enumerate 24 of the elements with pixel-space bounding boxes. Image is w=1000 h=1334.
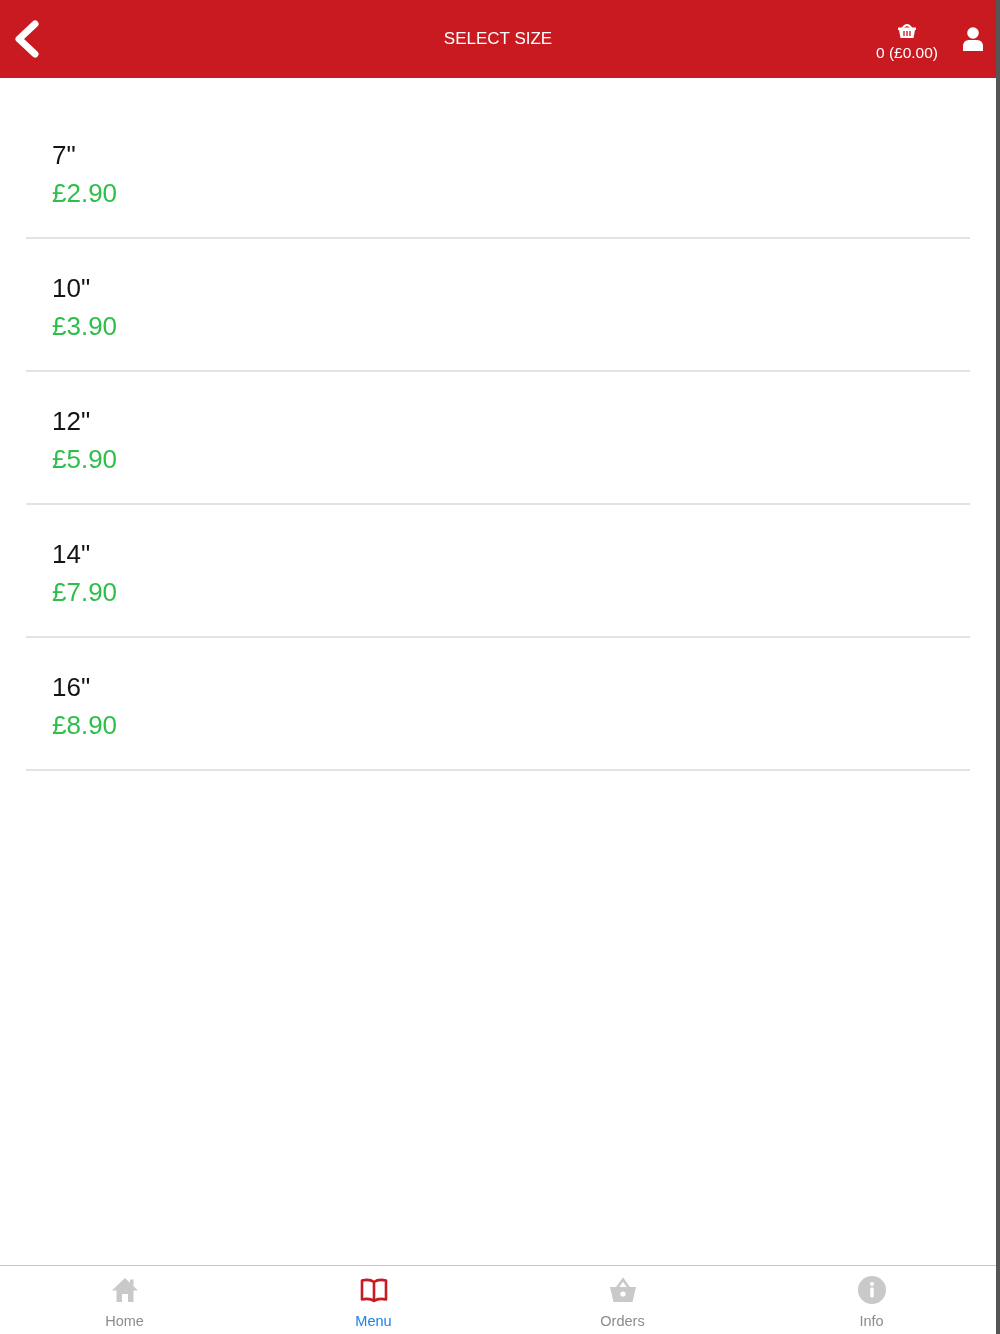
account-button[interactable] — [963, 27, 983, 51]
info-icon — [857, 1276, 886, 1304]
cart-button[interactable]: 0 (£0.00) — [875, 17, 938, 61]
size-name[interactable]: 14" — [52, 535, 91, 573]
size-price: £3.90 — [52, 310, 118, 343]
book-icon — [359, 1276, 388, 1304]
size-price: £2.90 — [52, 177, 118, 210]
size-name[interactable]: 12" — [52, 402, 91, 440]
back-icon — [14, 20, 40, 58]
tab-button[interactable]: Menu — [249, 1266, 498, 1334]
basket-icon — [897, 21, 916, 38]
back-button[interactable] — [14, 20, 40, 58]
basket-icon — [608, 1276, 637, 1304]
user-icon — [963, 27, 983, 51]
page-title: SELECT SIZE — [443, 28, 553, 50]
size-price: £5.90 — [52, 443, 118, 476]
size-price: £8.90 — [52, 709, 118, 742]
size-name[interactable]: 16" — [52, 668, 91, 706]
size-name[interactable]: 7" — [52, 136, 76, 174]
tab-button[interactable]: Home — [0, 1266, 249, 1334]
home-icon — [110, 1276, 139, 1304]
tab-button[interactable]: Orders — [498, 1266, 747, 1334]
size-price: £7.90 — [52, 576, 118, 609]
size-name[interactable]: 10" — [52, 269, 91, 307]
